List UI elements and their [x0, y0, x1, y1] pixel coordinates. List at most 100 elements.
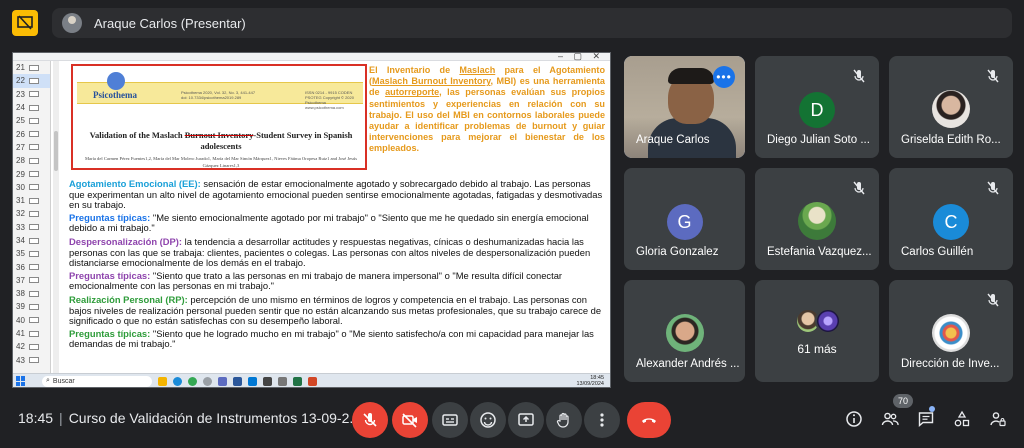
slide-thumbnail-row[interactable]: 40: [13, 314, 50, 327]
participant-tile[interactable]: C Carlos Guillén: [889, 168, 1013, 270]
paper-authors: María del Carmen Pérez Fuentes1,2, María…: [84, 156, 358, 168]
questions-label: Preguntas típicas:: [69, 327, 151, 339]
presenting-icon[interactable]: [12, 10, 38, 36]
mic-off-icon: [987, 293, 999, 307]
slide-thumbnail-row[interactable]: 38: [13, 287, 50, 300]
slide-thumbnail-row[interactable]: 33: [13, 221, 50, 234]
slide-thumbnail-row[interactable]: 43: [13, 354, 50, 367]
slide-number: 28: [16, 156, 25, 166]
slide-thumbnail: [28, 237, 39, 244]
excel-icon[interactable]: [293, 376, 302, 386]
slide-number: 38: [16, 289, 25, 299]
search-icon: ⌕: [46, 377, 50, 384]
slide-thumbnail-row[interactable]: 39: [13, 300, 50, 313]
slide-thumbnail-row[interactable]: 23: [13, 88, 50, 101]
people-button[interactable]: [879, 408, 901, 430]
leave-call-button[interactable]: [627, 402, 671, 438]
mic-off-icon: [987, 181, 999, 195]
slide-thumbnail: [28, 317, 39, 324]
participant-tile[interactable]: G Gloria Gonzalez: [624, 168, 745, 270]
word-icon[interactable]: [233, 376, 242, 386]
slide-thumbnail-row[interactable]: 25: [13, 114, 50, 127]
slide-thumbnail-row[interactable]: 34: [13, 234, 50, 247]
slide-thumbnail-row[interactable]: 32: [13, 207, 50, 220]
participant-name: Griselda Edith Ro...: [901, 134, 1001, 146]
slide-thumbnail: [28, 210, 39, 217]
more-options-button[interactable]: [584, 402, 620, 438]
intro-paragraph: El Inventario de Maslach para el Agotami…: [369, 65, 605, 155]
intro-underlined: Maslach: [459, 65, 496, 75]
taskbar-search-placeholder: Buscar: [52, 377, 75, 385]
app-icon[interactable]: [263, 376, 272, 386]
slide-thumbnail-row[interactable]: 41: [13, 327, 50, 340]
slide-thumbnail-row[interactable]: 29: [13, 167, 50, 180]
participant-name: Carlos Guillén: [901, 246, 974, 258]
journal-meta-left: Psicothema 2020, Vol. 32, No. 3, 441-447…: [181, 90, 256, 100]
participant-tile-araque-carlos[interactable]: ••• Araque Carlos: [624, 56, 745, 158]
present-button[interactable]: [508, 402, 544, 438]
slide-number: 37: [16, 275, 25, 285]
paper-title-part: Validation of the Maslach: [89, 130, 185, 140]
questions-label: Preguntas típicas:: [69, 269, 151, 281]
paper-title: Validation of the Maslach Burnout Invent…: [83, 130, 359, 152]
participant-name: Araque Carlos: [636, 134, 710, 146]
slide-thumbnail-row[interactable]: 22: [13, 74, 50, 88]
taskbar-search[interactable]: ⌕ Buscar: [42, 375, 152, 387]
slide-thumbnail: [28, 91, 39, 98]
present-screen-icon: [518, 413, 534, 426]
mic-toggle-button[interactable]: [352, 402, 388, 438]
powerpoint-icon[interactable]: [308, 376, 317, 386]
chrome-icon[interactable]: [188, 376, 197, 386]
app-icon[interactable]: [278, 376, 287, 386]
participant-tile[interactable]: Dirección de Inve...: [889, 280, 1013, 382]
avatar-initial: G: [677, 211, 692, 232]
slide-thumbnail-row[interactable]: 42: [13, 340, 50, 353]
more-options-icon[interactable]: •••: [713, 66, 735, 88]
taskbar-clock: 18:45 13/09/2024: [576, 375, 604, 387]
slide-thumbnail: [28, 131, 39, 138]
app-icon[interactable]: [218, 376, 227, 386]
slide-number: 22: [16, 76, 25, 86]
slide-thumbnail: [28, 330, 39, 337]
host-controls-button[interactable]: [987, 408, 1009, 430]
slide-thumbnail-row[interactable]: 28: [13, 154, 50, 167]
ee-label: Agotamiento Emocional (EE):: [69, 178, 201, 189]
slide-thumbnail-row[interactable]: 36: [13, 260, 50, 273]
slide-thumbnail-row[interactable]: 31: [13, 194, 50, 207]
windows-start-icon[interactable]: [16, 376, 30, 386]
more-participants-tile[interactable]: 61 más: [755, 280, 879, 382]
edge-icon[interactable]: [173, 376, 182, 386]
slide-thumbnail-row[interactable]: 24: [13, 101, 50, 114]
participant-tile[interactable]: D Diego Julian Soto ...: [755, 56, 879, 158]
captions-button[interactable]: [432, 402, 468, 438]
participant-tile[interactable]: Griselda Edith Ro...: [889, 56, 1013, 158]
slide-number: 32: [16, 209, 25, 219]
settings-icon[interactable]: [203, 376, 212, 386]
end-call-icon: [642, 418, 656, 423]
slide-thumbnail: [28, 77, 39, 84]
vertical-scrollbar[interactable]: [53, 61, 59, 373]
camera-toggle-button[interactable]: [392, 402, 428, 438]
activities-button[interactable]: [951, 408, 973, 430]
meeting-details-button[interactable]: [843, 408, 865, 430]
file-explorer-icon[interactable]: [158, 376, 167, 386]
slide-thumbnail-row[interactable]: 26: [13, 127, 50, 140]
raise-hand-button[interactable]: [546, 402, 582, 438]
slide-number: 29: [16, 169, 25, 179]
slide-thumbnail-row[interactable]: 30: [13, 181, 50, 194]
avatar: C: [933, 204, 969, 240]
slide-thumbnail-row[interactable]: 35: [13, 247, 50, 260]
reactions-button[interactable]: [470, 402, 506, 438]
app-icon[interactable]: [248, 376, 257, 386]
slide-thumbnail: [28, 171, 39, 178]
slide-number: 27: [16, 142, 25, 152]
slide-number: 30: [16, 182, 25, 192]
slide-thumbnail-row[interactable]: 21: [13, 61, 50, 74]
activities-icon: [954, 410, 970, 427]
participant-tile[interactable]: Estefania Vazquez...: [755, 168, 879, 270]
intro-text: El Inventario de: [369, 65, 460, 75]
participant-tile[interactable]: Alexander Andrés ...: [624, 280, 745, 382]
slide-thumbnail-row[interactable]: 37: [13, 274, 50, 287]
slide-thumbnail-row[interactable]: 27: [13, 141, 50, 154]
top-bar: Araque Carlos (Presentar): [0, 0, 1024, 46]
